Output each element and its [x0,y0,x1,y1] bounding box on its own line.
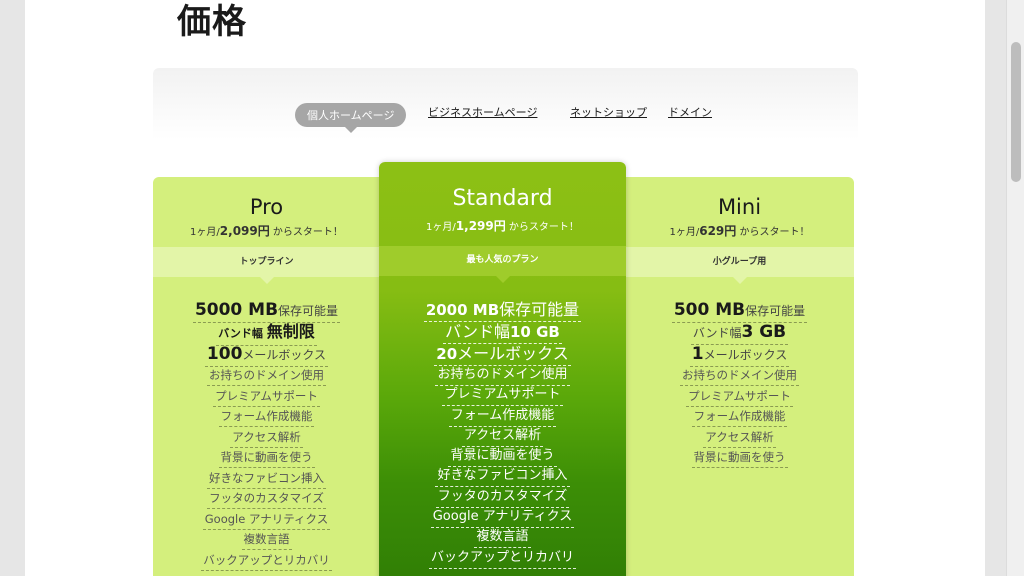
feature-storage: 2000 MB 保存可能量 [379,299,626,322]
page-content: 価格 個人ホームページ ビジネスホームページ ネットショップ ドメイン Pro … [25,0,985,576]
feature-list: 2000 MB 保存可能量 バンド幅10 GB 20メールボックス お持ちのドメ… [379,299,626,569]
feature-mailbox: 20メールボックス [379,343,626,366]
plan-price: 1ヶ月/629円 からスタート！ [669,224,810,238]
tab-net-shop[interactable]: ネットショップ [570,104,647,120]
list-item: プレミアムサポート [379,385,626,407]
scrollbar-thumb[interactable] [1011,42,1021,182]
page-title: 価格 [177,2,247,42]
plan-card-mini[interactable]: Mini 1ヶ月/629円 からスタート！ 小グループ用 500 MB 保存可能… [625,177,854,576]
feature-bandwidth: バンド幅10 GB [379,321,626,344]
list-item: プレミアムサポート [153,386,380,407]
list-item: アクセス解析 [379,426,626,447]
list-item: 背景に動画を使う [153,447,380,468]
price-value: 2,099円 [219,224,270,238]
list-item: お持ちのドメイン使用 [379,365,626,386]
list-item: フォーム作成機能 [625,406,854,427]
list-item: フッタのカスタマイズ [153,488,380,509]
plan-card-standard[interactable]: Standard 1ヶ月/1,299円 からスタート！ 最も人気のプラン 200… [379,162,626,576]
list-item: お持ちのドメイン使用 [153,365,380,386]
list-item: 好きなファビコン挿入 [153,468,380,489]
list-item: 背景に動画を使う [625,447,854,468]
list-item: フォーム作成機能 [379,406,626,427]
list-item: 好きなファビコン挿入 [379,466,626,488]
list-item: アクセス解析 [625,427,854,448]
tab-domain[interactable]: ドメイン [668,104,712,120]
price-value: 629円 [699,224,737,238]
list-item: アクセス解析 [153,427,380,448]
list-item: お持ちのドメイン使用 [625,365,854,386]
feature-list: 5000 MB 保存可能量 バンド幅 無制限 100メールボックス お持ちのドメ… [153,299,380,571]
tab-business-homepage[interactable]: ビジネスホームページ [428,104,537,120]
list-item: 複数言語 [153,529,380,550]
feature-storage: 500 MB 保存可能量 [625,299,854,323]
feature-storage: 5000 MB 保存可能量 [153,299,380,323]
plan-price: 1ヶ月/2,099円 からスタート！ [190,224,343,238]
tab-personal-homepage[interactable]: 個人ホームページ [295,103,407,133]
plan-ribbon: トップライン [153,247,380,284]
feature-mailbox: 1メールボックス [625,343,854,367]
list-item: 複数言語 [379,527,626,549]
feature-mailbox: 100メールボックス [153,343,380,367]
list-item: 背景に動画を使う [379,446,626,468]
plan-category-tabs: 個人ホームページ ビジネスホームページ ネットショップ ドメイン [153,68,858,140]
plan-ribbon: 最も人気のプラン [379,246,626,283]
list-item: フォーム作成機能 [153,406,380,427]
feature-list: 500 MB 保存可能量 バンド幅3 GB 1メールボックス お持ちのドメイン使… [625,299,854,468]
list-item: Google アナリティクス [379,507,626,529]
plan-name: Standard [452,186,553,211]
vertical-scrollbar[interactable] [1006,0,1024,576]
plan-card-pro[interactable]: Pro 1ヶ月/2,099円 からスタート！ トップライン 5000 MB 保存… [153,177,380,576]
list-item: バックアップとリカバリ [153,550,380,571]
price-value: 1,299円 [455,219,506,233]
list-item: フッタのカスタマイズ [379,487,626,508]
feature-bandwidth: バンド幅3 GB [625,321,854,345]
plan-name: Mini [717,195,762,219]
plan-price: 1ヶ月/1,299円 からスタート！ [426,219,579,233]
plan-name: Pro [249,195,284,219]
list-item: プレミアムサポート [625,386,854,407]
feature-bandwidth: バンド幅 無制限 [153,321,380,346]
list-item: Google アナリティクス [153,509,380,530]
plan-ribbon: 小グループ用 [625,247,854,284]
list-item: バックアップとリカバリ [379,548,626,569]
